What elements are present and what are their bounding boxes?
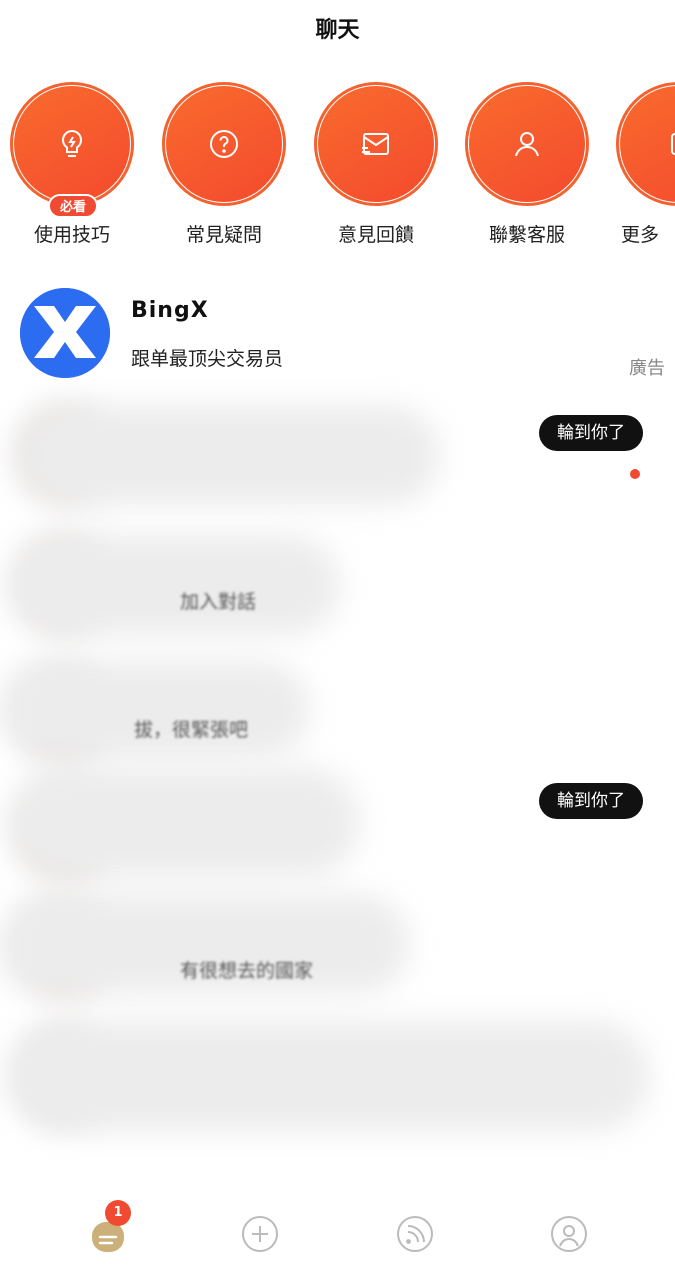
lightbulb-icon: [61, 129, 83, 157]
must-see-badge: 必看: [48, 194, 98, 218]
shortcut-circle: [14, 86, 130, 202]
blurred-content: [0, 661, 310, 757]
shortcut-circle: [620, 86, 675, 202]
shortcut-circle: [469, 86, 585, 202]
chat-tab-badge: 1: [105, 1200, 131, 1226]
chat-row[interactable]: 拔，很緊張吧: [0, 655, 675, 781]
chat-row[interactable]: 輪到你了: [0, 395, 675, 521]
blurred-content: [10, 767, 360, 877]
message-preview: 拔，很緊張吧: [134, 719, 249, 741]
shortcut-label: 使用技巧: [33, 224, 110, 246]
tab-feed[interactable]: [387, 1206, 443, 1262]
page-title: 聊天: [315, 18, 360, 43]
shortcut-row: 必看 使用技巧 常見疑問 意見回饋 聯繫客服 更多: [0, 80, 675, 260]
ad-row[interactable]: BingX 跟单最顶尖交易员 廣告: [0, 282, 675, 382]
ad-name: BingX: [131, 298, 209, 323]
shortcut-label: 更多: [621, 224, 660, 246]
profile-icon: [551, 1216, 587, 1252]
chat-row[interactable]: 輪到你了: [0, 767, 675, 893]
tab-bar: [0, 1180, 675, 1280]
shortcut-label: 常見疑問: [185, 224, 262, 246]
plus-circle-icon: [242, 1216, 278, 1252]
ad-subtitle: 跟单最顶尖交易员: [131, 348, 284, 370]
unread-dot: [630, 469, 640, 479]
feed-icon: [397, 1216, 433, 1252]
shortcut-label: 意見回饋: [337, 224, 414, 246]
header: 聊天: [0, 0, 675, 60]
shortcut-label: 聯繫客服: [488, 224, 565, 246]
shortcut-circle: [318, 86, 434, 202]
question-icon: [210, 130, 238, 158]
chat-row[interactable]: 加入對話: [0, 525, 675, 651]
message-preview: 有很想去的國家: [180, 960, 314, 982]
chat-row[interactable]: 有很想去的國家: [0, 890, 675, 1016]
chat-row[interactable]: [0, 1017, 675, 1143]
turn-badge: 輪到你了: [539, 415, 643, 451]
mail-icon: [362, 133, 389, 155]
blurred-content: [20, 405, 440, 505]
blurred-content: [10, 535, 340, 635]
turn-badge: 輪到你了: [539, 783, 643, 819]
blurred-content: [10, 1021, 650, 1131]
tab-profile[interactable]: [541, 1206, 597, 1262]
ad-tag: 廣告: [629, 358, 665, 379]
shortcut-circle: [166, 86, 282, 202]
person-icon: [515, 132, 539, 157]
message-preview: 加入對話: [180, 591, 257, 613]
chat-list: 輪到你了 加入對話 拔，很緊張吧 輪到你了 有很想去的國家: [0, 395, 675, 1165]
more-icon: [671, 133, 675, 155]
ad-avatar: [20, 288, 110, 378]
tab-add[interactable]: [232, 1206, 288, 1262]
bingx-logo-icon: [20, 288, 110, 378]
